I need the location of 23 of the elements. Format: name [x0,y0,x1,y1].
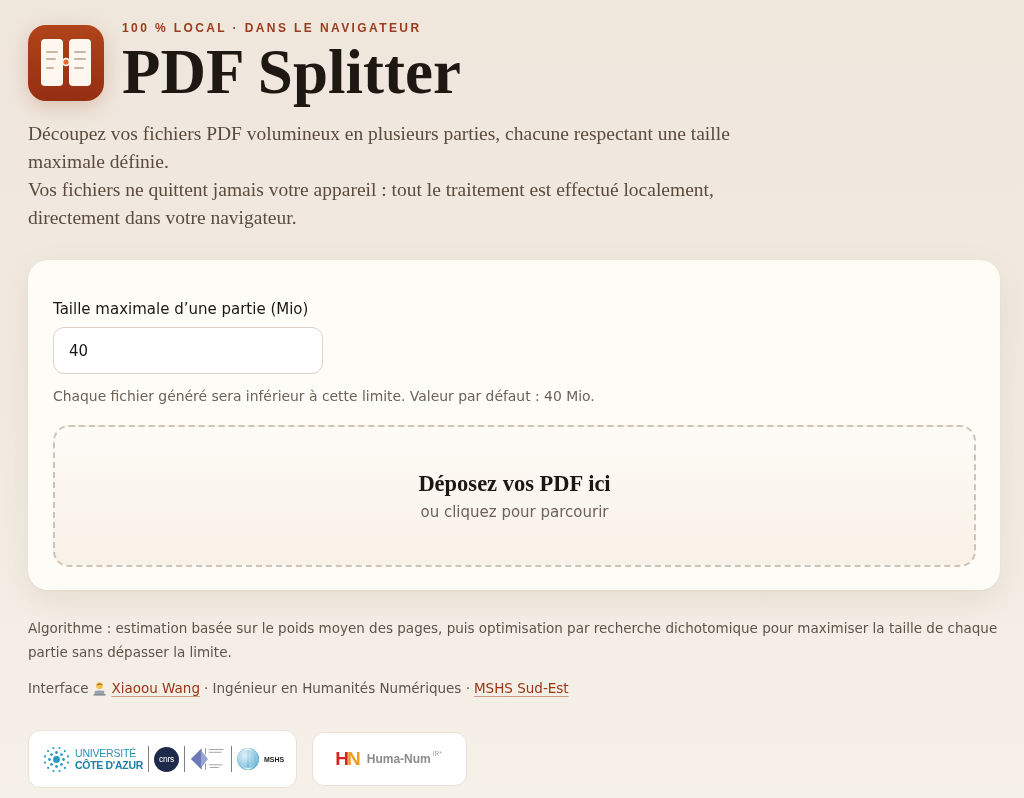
intro-text: Vos fichiers ne quittent jamais votre appareil : tout le traitement est effectué localement, directement dans votre navigateur. [28,178,715,230]
intro-text: Découpez vos fichiers PDF volumineux en plusieurs parties, chacune respectant une taille maximale définie. [28,122,731,174]
eyebrow-text: 100 % LOCAL · DANS LE NAVIGATEUR [122,21,423,35]
logo-text: CÔTE D'AZUR [75,759,144,771]
size-input[interactable]: 40 [53,327,323,374]
lab-link[interactable]: MSHS Sud-Est [473,678,569,698]
split-pages-icon [28,25,104,101]
logo-text: Huma-Num [366,752,431,766]
person-laptop-icon [92,680,108,696]
credit-text: Interface [28,679,89,698]
field-label: Taille maximale d’une partie (Mio) [53,300,310,318]
logo-text: UNIVERSITÉ [75,747,137,759]
dot-burst-icon [43,745,70,773]
drop-subtitle: ou cliquez pour parcourir [420,503,609,521]
drop-zone[interactable]: Déposez vos PDF ici ou cliquez pour parcourir [53,425,976,567]
hint-text: Chaque fichier généré sera inférieur à cette limite. Valeur par défaut : 40 Mio. [53,387,596,405]
drop-title: Déposez vos PDF ici [418,471,611,497]
sphere-icon [237,748,260,770]
round-logo: cnrs [154,746,180,772]
algorithm-text: Algorithme : estimation basée sur le poids moyen des pages, puis optimisation par recherche dichotomique pour maximiser la taille de chaque partie sans dépasser la limite. [28,619,999,662]
author-link[interactable]: Xiaoou Wang [111,678,200,698]
logo-mark: HN [335,749,359,769]
credit-text: · Ingénieur en Humanités Numériques · [204,679,470,698]
